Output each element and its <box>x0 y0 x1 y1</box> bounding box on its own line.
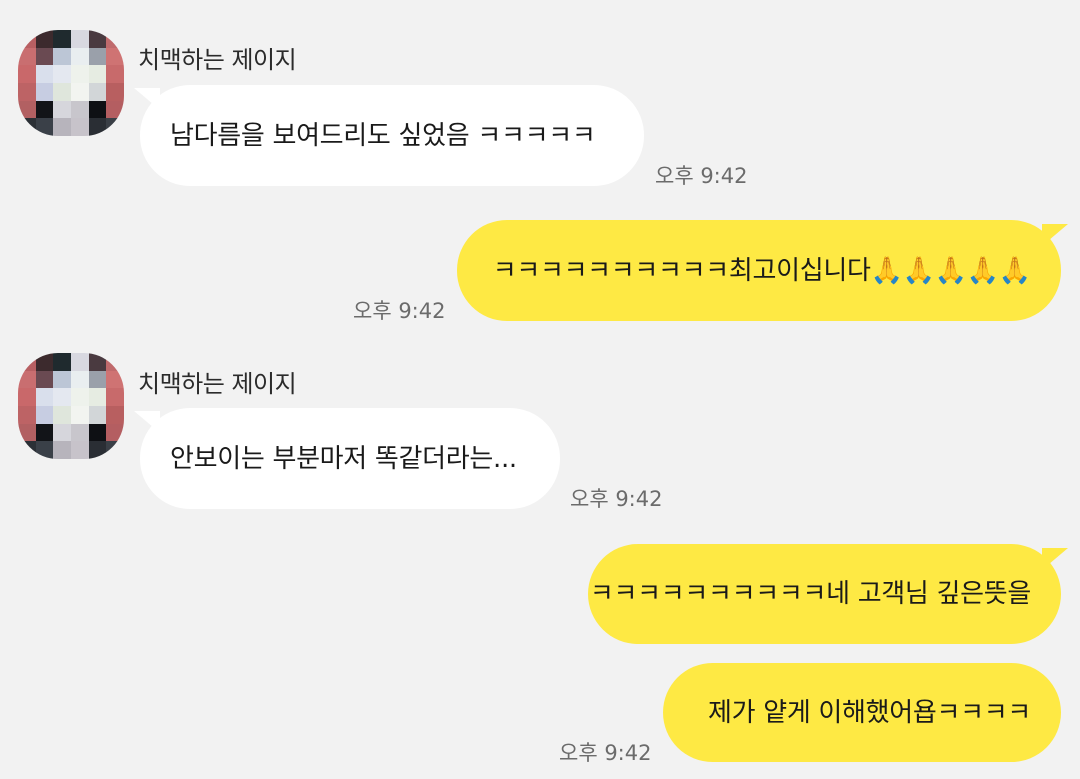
incoming-message-bubble[interactable]: 안보이는 부분마저 똑같더라는... <box>140 408 560 509</box>
chat-view: 치맥하는 제이지 남다름을 보여드리도 싶었음 ㅋㅋㅋㅋㅋ 오후 9:42 오후… <box>0 0 1080 779</box>
incoming-message-bubble[interactable]: 남다름을 보여드리도 싶었음 ㅋㅋㅋㅋㅋ <box>140 85 644 186</box>
message-timestamp: 오후 9:42 <box>655 164 748 188</box>
message-text: 남다름을 보여드리도 싶었음 ㅋㅋㅋㅋㅋ <box>170 120 596 151</box>
message-text: ㅋㅋㅋㅋㅋㅋㅋㅋㅋㅋ네 고객님 깊은뜻을 <box>589 579 1031 609</box>
message-text: 제가 얕게 이해했어욥ㅋㅋㅋㅋ <box>708 697 1031 728</box>
bubble-tail <box>1042 548 1068 570</box>
message-text: ㅋㅋㅋㅋㅋㅋㅋㅋㅋㅋ최고이십니다🙏🙏🙏🙏🙏 <box>492 255 1032 286</box>
sender-avatar[interactable] <box>18 30 124 136</box>
outgoing-message-bubble[interactable]: ㅋㅋㅋㅋㅋㅋㅋㅋㅋㅋ네 고객님 깊은뜻을 <box>588 544 1061 644</box>
sender-name: 치맥하는 제이지 <box>138 46 297 74</box>
message-timestamp: 오후 9:42 <box>559 741 652 765</box>
message-timestamp: 오후 9:42 <box>570 487 663 511</box>
message-text: 안보이는 부분마저 똑같더라는... <box>170 443 517 474</box>
bubble-tail <box>1042 224 1068 246</box>
sender-name: 치맥하는 제이지 <box>138 370 297 398</box>
message-timestamp: 오후 9:42 <box>353 299 446 323</box>
sender-avatar[interactable] <box>18 353 124 459</box>
outgoing-message-bubble[interactable]: ㅋㅋㅋㅋㅋㅋㅋㅋㅋㅋ최고이십니다🙏🙏🙏🙏🙏 <box>457 220 1061 321</box>
outgoing-message-bubble[interactable]: 제가 얕게 이해했어욥ㅋㅋㅋㅋ <box>663 663 1061 762</box>
